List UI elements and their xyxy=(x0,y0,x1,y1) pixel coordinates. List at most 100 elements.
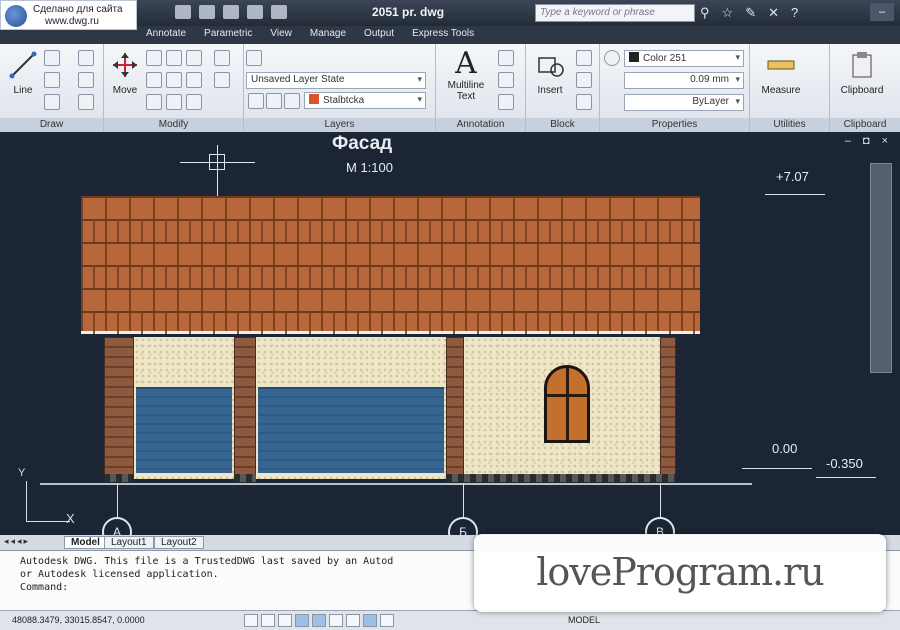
plot-icon[interactable] xyxy=(247,5,263,19)
move-icon xyxy=(113,53,137,77)
snap-toggle[interactable] xyxy=(244,614,258,627)
layers-panel-label[interactable]: Layers xyxy=(244,118,435,132)
rotate-icon[interactable] xyxy=(146,50,162,66)
tab-manage[interactable]: Manage xyxy=(301,26,355,44)
array-icon[interactable] xyxy=(186,94,202,110)
layer-state-dropdown[interactable]: Unsaved Layer State xyxy=(246,72,426,89)
layer-properties-icon[interactable] xyxy=(246,50,262,66)
copy-icon[interactable] xyxy=(146,72,162,88)
exchange-icon[interactable]: ✕ xyxy=(768,5,779,21)
circle-icon[interactable] xyxy=(44,72,60,88)
measure-button[interactable]: Measure xyxy=(756,50,806,96)
tab-express-tools[interactable]: Express Tools xyxy=(403,26,483,44)
tab-view[interactable]: View xyxy=(261,26,301,44)
color-dropdown[interactable]: Color 251 xyxy=(624,50,744,67)
layer-on-icon[interactable] xyxy=(248,93,264,109)
help-search-input[interactable]: Type a keyword or phrase xyxy=(535,4,695,22)
vertical-scrollbar[interactable] xyxy=(870,163,892,373)
linetype-dropdown[interactable]: ByLayer xyxy=(624,94,744,111)
canvas-close-button[interactable]: × xyxy=(882,135,888,147)
new-file-icon[interactable] xyxy=(175,5,191,19)
open-file-icon[interactable] xyxy=(199,5,215,19)
hatch-icon[interactable] xyxy=(78,72,94,88)
tab-parametric[interactable]: Parametric xyxy=(195,26,261,44)
model-space-indicator[interactable]: MODEL xyxy=(568,615,600,625)
move-button[interactable]: Move xyxy=(108,50,142,96)
layer-lock-icon[interactable] xyxy=(284,93,300,109)
line-button[interactable]: Line xyxy=(6,50,40,96)
axis-stem xyxy=(463,483,464,519)
insert-button[interactable]: Insert xyxy=(530,50,570,96)
logo-text-line2: www.dwg.ru xyxy=(45,16,99,27)
offset-icon[interactable] xyxy=(214,72,230,88)
modify-panel-label[interactable]: Modify xyxy=(104,118,243,132)
edit-block-icon[interactable] xyxy=(576,72,592,88)
arc-icon[interactable] xyxy=(44,94,60,110)
tab-model[interactable]: Model xyxy=(64,536,107,549)
ducs-toggle[interactable] xyxy=(346,614,360,627)
utilities-panel-label[interactable]: Utilities xyxy=(750,118,829,132)
tab-layout2[interactable]: Layout2 xyxy=(154,536,204,549)
annotation-panel-label[interactable]: Annotation xyxy=(436,118,525,132)
multiline-label-1: Multiline xyxy=(447,80,485,91)
star-icon[interactable]: ☆ xyxy=(722,5,734,21)
fillet-icon[interactable] xyxy=(186,72,202,88)
dyn-toggle[interactable] xyxy=(363,614,377,627)
drawing-canvas[interactable]: – ◘ × Фасад М 1:100 +7.07 0.00 -0.350 А … xyxy=(0,133,900,535)
ortho-toggle[interactable] xyxy=(278,614,292,627)
canvas-minimize-button[interactable]: – xyxy=(845,135,851,147)
trim-icon[interactable] xyxy=(166,50,182,66)
rectangle-icon[interactable] xyxy=(78,50,94,66)
draw-panel-label[interactable]: Draw xyxy=(0,118,103,132)
level-below: -0.350 xyxy=(826,456,863,471)
binoculars-icon[interactable]: ⚲ xyxy=(700,5,710,21)
document-title: 2051 pr. dwg xyxy=(372,5,445,19)
polar-toggle[interactable] xyxy=(295,614,309,627)
table-icon[interactable] xyxy=(498,94,514,110)
roof-tile-row xyxy=(81,265,700,288)
help-icon[interactable]: ? xyxy=(791,5,798,21)
tab-output[interactable]: Output xyxy=(355,26,403,44)
level-zero: 0.00 xyxy=(772,441,798,456)
wrench-icon[interactable]: ✎ xyxy=(745,5,756,21)
mirror-icon[interactable] xyxy=(166,72,182,88)
explode-icon[interactable] xyxy=(214,50,230,66)
block-panel-label[interactable]: Block xyxy=(526,118,599,132)
tab-annotate[interactable]: Annotate xyxy=(137,26,195,44)
leader-icon[interactable] xyxy=(498,72,514,88)
polyline-icon[interactable] xyxy=(44,50,60,66)
scale-icon[interactable] xyxy=(166,94,182,110)
lineweight-dropdown[interactable]: 0.09 mm xyxy=(624,72,744,89)
save-icon[interactable] xyxy=(223,5,239,19)
grid-toggle[interactable] xyxy=(261,614,275,627)
canvas-restore-button[interactable]: ◘ xyxy=(863,135,870,147)
utilities-panel: Measure Utilities xyxy=(750,44,830,132)
region-icon[interactable] xyxy=(78,94,94,110)
level-top: +7.07 xyxy=(776,169,809,184)
layer-color-swatch xyxy=(309,94,319,104)
current-layer-dropdown[interactable]: Stalbtcka xyxy=(304,92,426,109)
tab-layout1[interactable]: Layout1 xyxy=(104,536,154,549)
clipboard-panel-label[interactable]: Clipboard xyxy=(830,118,900,132)
create-block-icon[interactable] xyxy=(576,50,592,66)
cursor-crosshair-v xyxy=(217,145,218,197)
layer-freeze-icon[interactable] xyxy=(266,93,282,109)
dimension-icon[interactable] xyxy=(498,50,514,66)
erase-icon[interactable] xyxy=(186,50,202,66)
lwt-toggle[interactable] xyxy=(380,614,394,627)
quick-access-toolbar xyxy=(175,5,287,19)
block-attribute-icon[interactable] xyxy=(576,94,592,110)
otrack-toggle[interactable] xyxy=(329,614,343,627)
insert-block-icon xyxy=(538,57,564,77)
layout-nav-arrows[interactable]: ◂◂◂▸ xyxy=(4,536,30,547)
clipboard-button[interactable]: Clipboard xyxy=(834,50,890,96)
plinth xyxy=(104,474,134,482)
paste-icon xyxy=(852,52,872,78)
properties-panel-label[interactable]: Properties xyxy=(600,118,749,132)
osnap-toggle[interactable] xyxy=(312,614,326,627)
stretch-icon[interactable] xyxy=(146,94,162,110)
match-properties-icon[interactable] xyxy=(604,50,620,66)
multiline-text-button[interactable]: A Multiline Text xyxy=(442,48,490,103)
undo-icon[interactable] xyxy=(271,5,287,19)
minimize-button[interactable]: – xyxy=(870,3,894,21)
